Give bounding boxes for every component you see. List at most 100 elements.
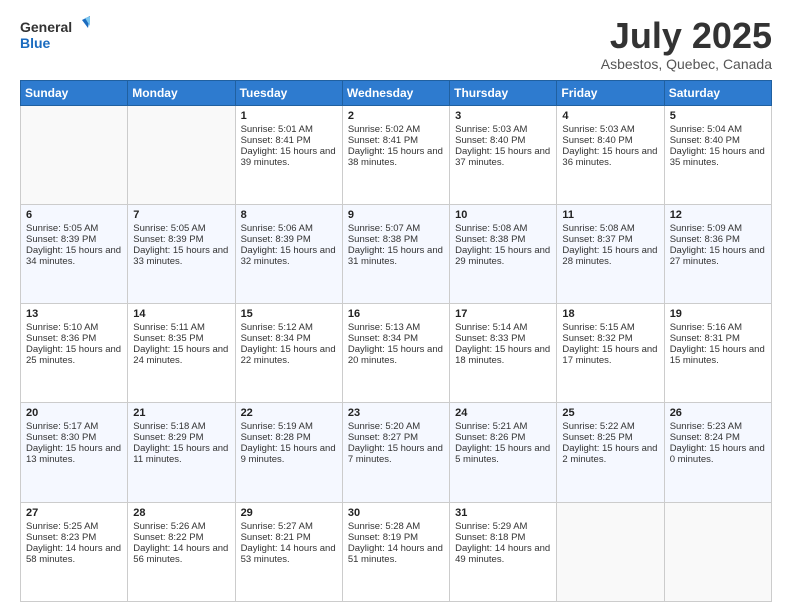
title-block: July 2025 Asbestos, Quebec, Canada — [601, 16, 772, 72]
calendar-cell-w5-d5 — [557, 502, 664, 601]
daylight-text: Daylight: 15 hours and 25 minutes. — [26, 344, 122, 366]
daylight-text: Daylight: 15 hours and 29 minutes. — [455, 245, 551, 267]
calendar-cell-w4-d0: 20Sunrise: 5:17 AMSunset: 8:30 PMDayligh… — [21, 403, 128, 502]
sunset-text: Sunset: 8:19 PM — [348, 532, 444, 543]
day-number: 22 — [241, 407, 337, 419]
day-number: 20 — [26, 407, 122, 419]
day-number: 14 — [133, 308, 229, 320]
day-number: 16 — [348, 308, 444, 320]
sunrise-text: Sunrise: 5:26 AM — [133, 521, 229, 532]
sunrise-text: Sunrise: 5:03 AM — [562, 124, 658, 135]
sunset-text: Sunset: 8:31 PM — [670, 333, 766, 344]
day-number: 23 — [348, 407, 444, 419]
calendar-cell-w1-d5: 4 Sunrise: 5:03 AMSunset: 8:40 PMDaylight… — [557, 105, 664, 204]
calendar-cell-w4-d2: 22Sunrise: 5:19 AMSunset: 8:28 PMDayligh… — [235, 403, 342, 502]
daylight-text: Daylight: 15 hours and 36 minutes. — [562, 146, 658, 168]
sunrise-text: Sunrise: 5:08 AM — [562, 223, 658, 234]
day-number: 24 — [455, 407, 551, 419]
page: General Blue July 2025 Asbestos, Quebec,… — [0, 0, 792, 612]
week-row-2: 6Sunrise: 5:05 AMSunset: 8:39 PMDaylight… — [21, 204, 772, 303]
sunrise-text: Sunrise: 5:01 AM — [241, 124, 337, 135]
daylight-text: Daylight: 15 hours and 11 minutes. — [133, 443, 229, 465]
daylight-text: Daylight: 15 hours and 13 minutes. — [26, 443, 122, 465]
daylight-text: Daylight: 14 hours and 58 minutes. — [26, 543, 122, 565]
daylight-text: Daylight: 15 hours and 38 minutes. — [348, 146, 444, 168]
svg-text:General: General — [20, 19, 72, 35]
sunrise-text: Sunrise: 5:28 AM — [348, 521, 444, 532]
header-wednesday: Wednesday — [342, 80, 449, 105]
sunrise-text: Sunrise: 5:14 AM — [455, 322, 551, 333]
day-number: 26 — [670, 407, 766, 419]
sunset-text: Sunset: 8:27 PM — [348, 432, 444, 443]
sunrise-text: Sunrise: 5:10 AM — [26, 322, 122, 333]
calendar-cell-w2-d1: 7Sunrise: 5:05 AMSunset: 8:39 PMDaylight… — [128, 204, 235, 303]
calendar-cell-w4-d5: 25Sunrise: 5:22 AMSunset: 8:25 PMDayligh… — [557, 403, 664, 502]
calendar-cell-w2-d2: 8Sunrise: 5:06 AMSunset: 8:39 PMDaylight… — [235, 204, 342, 303]
calendar-cell-w4-d1: 21Sunrise: 5:18 AMSunset: 8:29 PMDayligh… — [128, 403, 235, 502]
daylight-text: Daylight: 15 hours and 20 minutes. — [348, 344, 444, 366]
daylight-text: Daylight: 15 hours and 35 minutes. — [670, 146, 766, 168]
sunrise-text: Sunrise: 5:05 AM — [26, 223, 122, 234]
calendar-cell-w1-d1 — [128, 105, 235, 204]
sunset-text: Sunset: 8:22 PM — [133, 532, 229, 543]
sunrise-text: Sunrise: 5:25 AM — [26, 521, 122, 532]
sunrise-text: Sunrise: 5:29 AM — [455, 521, 551, 532]
sunrise-text: Sunrise: 5:09 AM — [670, 223, 766, 234]
sunset-text: Sunset: 8:37 PM — [562, 234, 658, 245]
header-saturday: Saturday — [664, 80, 771, 105]
calendar-cell-w2-d5: 11Sunrise: 5:08 AMSunset: 8:37 PMDayligh… — [557, 204, 664, 303]
calendar-cell-w4-d6: 26Sunrise: 5:23 AMSunset: 8:24 PMDayligh… — [664, 403, 771, 502]
daylight-text: Daylight: 15 hours and 2 minutes. — [562, 443, 658, 465]
daylight-text: Daylight: 15 hours and 31 minutes. — [348, 245, 444, 267]
header-tuesday: Tuesday — [235, 80, 342, 105]
day-number: 30 — [348, 507, 444, 519]
logo-icon: General Blue — [20, 16, 90, 54]
daylight-text: Daylight: 14 hours and 53 minutes. — [241, 543, 337, 565]
calendar-cell-w2-d6: 12Sunrise: 5:09 AMSunset: 8:36 PMDayligh… — [664, 204, 771, 303]
day-number: 2 — [348, 110, 444, 122]
day-number: 27 — [26, 507, 122, 519]
daylight-text: Daylight: 15 hours and 32 minutes. — [241, 245, 337, 267]
calendar-cell-w1-d6: 5Sunrise: 5:04 AMSunset: 8:40 PMDaylight… — [664, 105, 771, 204]
calendar-cell-w5-d4: 31Sunrise: 5:29 AMSunset: 8:18 PMDayligh… — [450, 502, 557, 601]
calendar-cell-w5-d0: 27 Sunrise: 5:25 AMSunset: 8:23 PMDayligh… — [21, 502, 128, 601]
header-thursday: Thursday — [450, 80, 557, 105]
day-number: 25 — [562, 407, 658, 419]
daylight-text: Daylight: 15 hours and 33 minutes. — [133, 245, 229, 267]
daylight-text: Daylight: 15 hours and 18 minutes. — [455, 344, 551, 366]
day-number: 12 — [670, 209, 766, 221]
sunset-text: Sunset: 8:29 PM — [133, 432, 229, 443]
sunset-text: Sunset: 8:18 PM — [455, 532, 551, 543]
sunset-text: Sunset: 8:40 PM — [562, 135, 658, 146]
week-row-3: 13Sunrise: 5:10 AMSunset: 8:36 PMDayligh… — [21, 304, 772, 403]
calendar-cell-w1-d4: 3Sunrise: 5:03 AMSunset: 8:40 PMDaylight… — [450, 105, 557, 204]
daylight-text: Daylight: 15 hours and 27 minutes. — [670, 245, 766, 267]
daylight-text: Daylight: 15 hours and 34 minutes. — [26, 245, 122, 267]
subtitle: Asbestos, Quebec, Canada — [601, 56, 772, 72]
daylight-text: Daylight: 15 hours and 37 minutes. — [455, 146, 551, 168]
day-number: 1 — [241, 110, 337, 122]
sunset-text: Sunset: 8:34 PM — [348, 333, 444, 344]
sunrise-text: Sunrise: 5:15 AM — [562, 322, 658, 333]
day-number: 29 — [241, 507, 337, 519]
sunset-text: Sunset: 8:23 PM — [26, 532, 122, 543]
day-number: 4 — [562, 110, 658, 122]
day-number: 9 — [348, 209, 444, 221]
daylight-text: Daylight: 14 hours and 56 minutes. — [133, 543, 229, 565]
day-number: 17 — [455, 308, 551, 320]
header-friday: Friday — [557, 80, 664, 105]
sunset-text: Sunset: 8:34 PM — [241, 333, 337, 344]
day-number: 3 — [455, 110, 551, 122]
calendar-header-row: Sunday Monday Tuesday Wednesday Thursday… — [21, 80, 772, 105]
svg-text:Blue: Blue — [20, 35, 51, 51]
calendar-cell-w3-d5: 18Sunrise: 5:15 AMSunset: 8:32 PMDayligh… — [557, 304, 664, 403]
sunrise-text: Sunrise: 5:12 AM — [241, 322, 337, 333]
calendar-cell-w2-d4: 10Sunrise: 5:08 AMSunset: 8:38 PMDayligh… — [450, 204, 557, 303]
sunset-text: Sunset: 8:21 PM — [241, 532, 337, 543]
daylight-text: Daylight: 15 hours and 17 minutes. — [562, 344, 658, 366]
daylight-text: Daylight: 15 hours and 24 minutes. — [133, 344, 229, 366]
day-number: 15 — [241, 308, 337, 320]
day-number: 13 — [26, 308, 122, 320]
calendar-cell-w3-d1: 14Sunrise: 5:11 AMSunset: 8:35 PMDayligh… — [128, 304, 235, 403]
sunset-text: Sunset: 8:38 PM — [348, 234, 444, 245]
